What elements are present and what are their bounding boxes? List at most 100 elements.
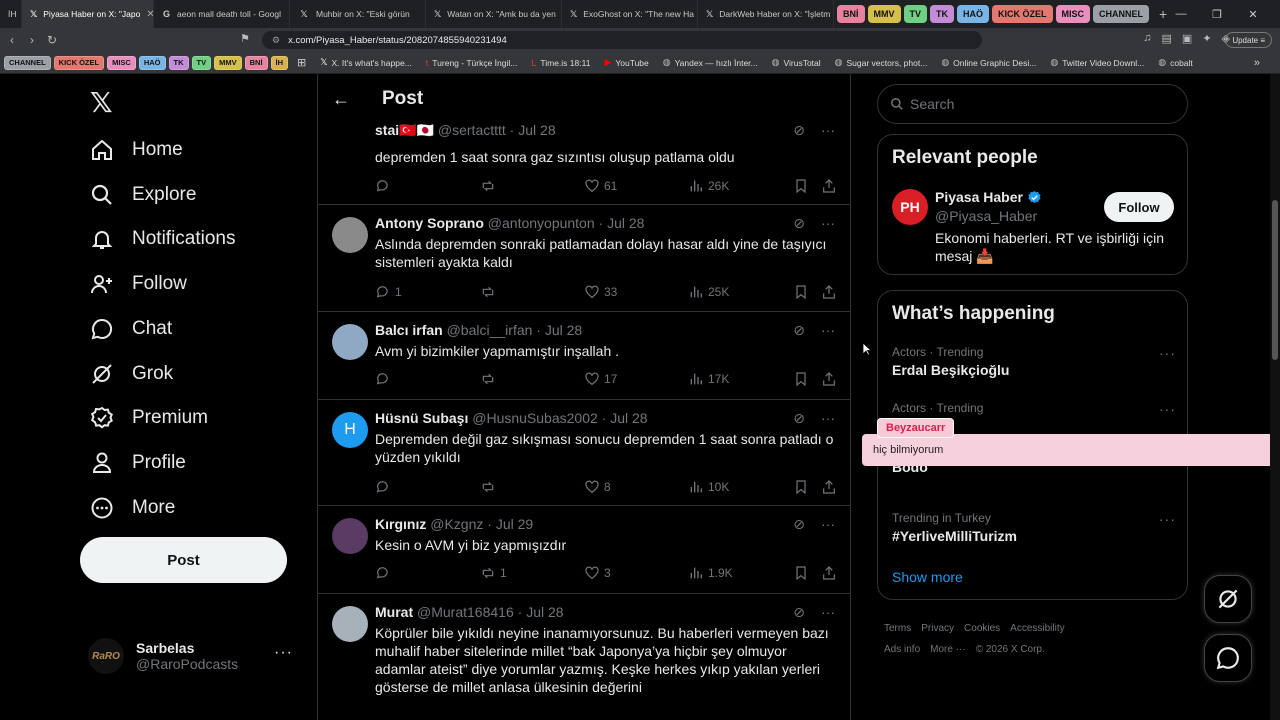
- nav-item-grok[interactable]: Grok: [90, 354, 173, 394]
- reply-avatar[interactable]: [332, 122, 368, 158]
- reply-post[interactable]: Kırgınız @Kzgnz · Jul 29 ⊘ ··· Kesin o AVM …: [318, 506, 850, 594]
- views-action[interactable]: 1.9K: [688, 565, 733, 581]
- bookmark-group[interactable]: TK: [168, 55, 189, 70]
- sidebar-icon[interactable]: ▤: [1162, 32, 1172, 45]
- reply-author-name[interactable]: Hüsnü Subaşı: [375, 410, 468, 426]
- reply-author-handle[interactable]: @HusnuSubas2002: [472, 410, 598, 426]
- tab-group-chip[interactable]: CHANNEL: [1093, 5, 1150, 23]
- browser-tab[interactable]: Gaeon mall death toll - Googl: [154, 0, 290, 28]
- repost-action[interactable]: 1: [480, 565, 507, 581]
- nav-item-premium[interactable]: Premium: [90, 398, 208, 438]
- reply-author-handle[interactable]: @Murat168416: [417, 604, 514, 620]
- bookmark-star-icon[interactable]: ⚑: [240, 32, 250, 45]
- tab-close-icon[interactable]: ✕: [146, 9, 153, 20]
- share-action[interactable]: [821, 565, 841, 581]
- grok-explain-icon[interactable]: ⊘: [793, 516, 805, 533]
- person-name[interactable]: Piyasa Haber: [935, 189, 1042, 205]
- bookmark-group[interactable]: KICK ÖZEL: [53, 55, 105, 70]
- more-options-icon[interactable]: ···: [821, 516, 835, 533]
- tab-group-chip[interactable]: BNİ: [837, 5, 865, 23]
- footer-link[interactable]: Privacy: [921, 623, 954, 634]
- grok-explain-icon[interactable]: ⊘: [793, 604, 805, 621]
- footer-link[interactable]: Ads info: [884, 644, 920, 655]
- minimize-icon[interactable]: —: [1164, 0, 1198, 28]
- grok-explain-icon[interactable]: ⊘: [793, 322, 805, 339]
- restore-icon[interactable]: ❐: [1200, 0, 1234, 28]
- repost-action[interactable]: [480, 178, 500, 194]
- repost-action[interactable]: [480, 284, 500, 300]
- views-action[interactable]: 26K: [688, 178, 729, 194]
- reply-date[interactable]: Jul 28: [526, 604, 563, 620]
- tab-group-chip[interactable]: KICK ÖZEL: [992, 5, 1053, 23]
- grok-explain-icon[interactable]: ⊘: [793, 215, 805, 232]
- tab-group-chip[interactable]: TK: [930, 5, 955, 23]
- like-action[interactable]: 17: [584, 371, 617, 387]
- reply-author-name[interactable]: stai: [375, 122, 399, 138]
- like-action[interactable]: 8: [584, 479, 611, 495]
- reply-date[interactable]: Jul 28: [545, 322, 582, 338]
- scrollbar-thumb[interactable]: [1272, 200, 1278, 360]
- account-switcher[interactable]: RaRO Sarbelas @RaroPodcasts ···: [88, 634, 303, 678]
- bookmark-item[interactable]: L Time.is 18:11: [531, 58, 590, 68]
- apps-grid-icon[interactable]: ⊞: [297, 56, 306, 69]
- footer-link[interactable]: Terms: [884, 623, 911, 634]
- nav-item-follow[interactable]: Follow: [90, 264, 187, 304]
- reply-author-name[interactable]: Balcı irfan: [375, 322, 443, 338]
- tab-group-chip[interactable]: MISC: [1055, 5, 1091, 23]
- share-action[interactable]: [821, 284, 841, 300]
- footer-link[interactable]: More ···: [930, 644, 966, 655]
- bookmark-action[interactable]: [793, 479, 813, 495]
- reply-avatar[interactable]: H: [332, 412, 368, 448]
- repost-action[interactable]: [480, 371, 500, 387]
- bookmark-group[interactable]: HAÖ: [138, 55, 166, 70]
- reply-post[interactable]: Murat @Murat168416 · Jul 28 ⊘ ··· Köprüler …: [318, 594, 850, 720]
- share-action[interactable]: [821, 479, 841, 495]
- grok-explain-icon[interactable]: ⊘: [793, 410, 805, 427]
- browser-tab[interactable]: İH: [0, 0, 22, 28]
- tab-group-chip[interactable]: TV: [903, 5, 928, 23]
- bookmark-item[interactable]: ◍ Online Graphic Desi...: [941, 57, 1036, 68]
- footer-link[interactable]: Cookies: [964, 623, 1000, 634]
- views-action[interactable]: 25K: [688, 284, 729, 300]
- account-more-icon[interactable]: ···: [274, 644, 293, 662]
- follow-button[interactable]: Follow: [1104, 192, 1174, 222]
- update-button[interactable]: Update ≡: [1225, 32, 1272, 48]
- reply-author-handle[interactable]: @antonyopunton: [488, 215, 595, 231]
- search-input[interactable]: Search: [877, 84, 1188, 124]
- wallet-icon[interactable]: ▣: [1182, 32, 1192, 45]
- reply-date[interactable]: Jul 28: [607, 215, 644, 231]
- nav-item-explore[interactable]: Explore: [90, 175, 196, 215]
- media-icon[interactable]: ♫: [1143, 32, 1151, 45]
- x-logo-icon[interactable]: 𝕏: [90, 86, 113, 119]
- footer-link[interactable]: © 2026 X Corp.: [976, 644, 1045, 655]
- person-avatar[interactable]: PH: [892, 189, 928, 225]
- reply-date[interactable]: Jul 29: [496, 516, 533, 532]
- bookmark-item[interactable]: ◍ Twitter Video Downl...: [1050, 57, 1144, 68]
- address-bar[interactable]: ⚙ x.com/Piyasa_Haber/status/208207485594…: [262, 31, 982, 49]
- more-options-icon[interactable]: ···: [821, 410, 835, 427]
- bookmark-item[interactable]: ▶ YouTube: [604, 57, 648, 68]
- back-icon[interactable]: ‹: [2, 33, 22, 47]
- show-more-link[interactable]: Show more: [892, 569, 963, 585]
- trend-item[interactable]: Trending in Turkey #YerliveMilliTurizm ···: [892, 511, 1176, 544]
- nav-item-notifications[interactable]: Notifications: [90, 219, 236, 259]
- browser-tab[interactable]: 𝕏 Piyasa Haber on X: "Japo ✕: [22, 0, 154, 28]
- site-info-icon[interactable]: ⚙: [272, 35, 280, 46]
- reply-author-handle[interactable]: @sertactttt: [438, 122, 506, 138]
- trend-item[interactable]: Actors · Trending Erdal Beşikçioğlu ···: [892, 345, 1176, 378]
- reply-action[interactable]: [375, 479, 395, 495]
- share-action[interactable]: [821, 371, 841, 387]
- forward-icon[interactable]: ›: [22, 33, 42, 47]
- reply-avatar[interactable]: [332, 324, 368, 360]
- bookmarks-overflow-icon[interactable]: »: [1254, 57, 1260, 69]
- like-action[interactable]: 3: [584, 565, 611, 581]
- more-options-icon[interactable]: ···: [821, 122, 835, 139]
- tab-group-chip[interactable]: HAÖ: [957, 5, 990, 23]
- reply-post[interactable]: H Hüsnü Subaşı @HusnuSubas2002 · Jul 28 ⊘ ·…: [318, 400, 850, 506]
- reply-post[interactable]: Balcı irfan @balci__irfan · Jul 28 ⊘ ··· Av…: [318, 312, 850, 400]
- like-action[interactable]: 33: [584, 284, 617, 300]
- bookmark-group[interactable]: TV: [191, 55, 212, 70]
- reply-avatar[interactable]: [332, 606, 368, 642]
- bookmark-group[interactable]: CHANNEL: [4, 55, 51, 70]
- grok-fab[interactable]: [1204, 575, 1252, 623]
